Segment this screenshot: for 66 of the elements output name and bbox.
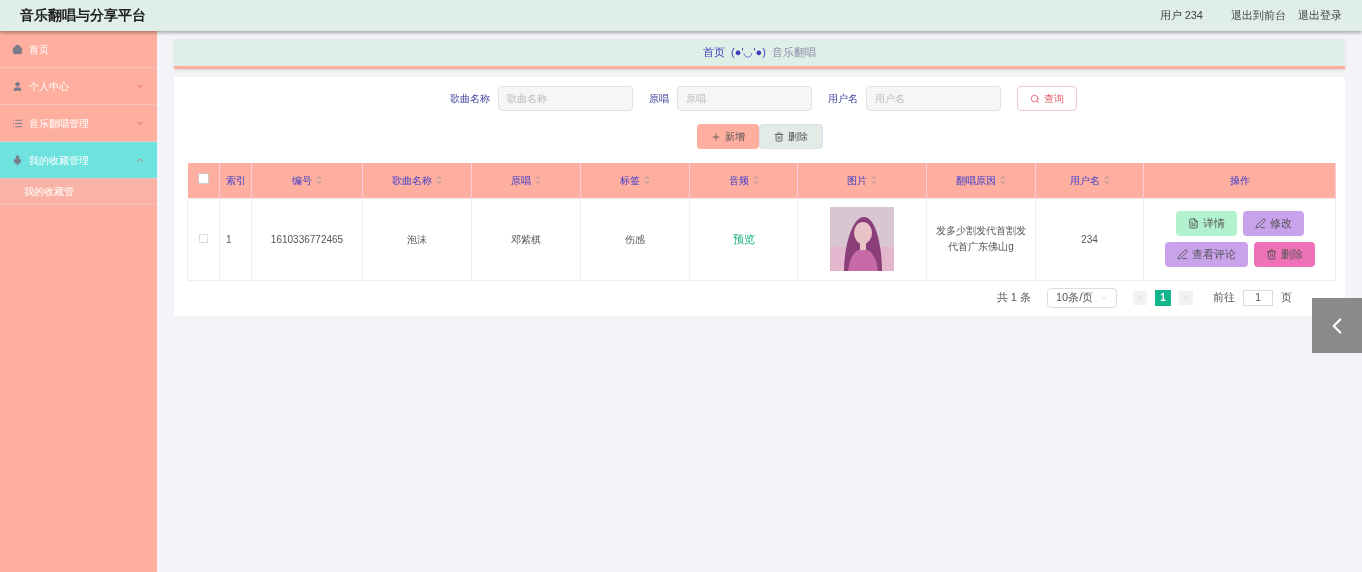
sort-icon[interactable] (871, 175, 877, 186)
search-icon (1030, 93, 1040, 104)
chevron-left-icon (1136, 293, 1144, 302)
detail-button[interactable]: 详情 (1175, 211, 1237, 236)
sort-icon[interactable] (752, 175, 759, 186)
breadcrumb-link[interactable]: 首页 (703, 44, 726, 61)
table-cell: 1610336772465 (270, 233, 344, 245)
search-button[interactable]: 查询 (1017, 86, 1077, 111)
chevron-right-icon (1182, 293, 1190, 302)
sort-icon[interactable] (535, 175, 541, 186)
column-header[interactable]: 原唱 (511, 172, 531, 188)
table-cell: 泡沫 (407, 233, 427, 245)
add-button[interactable]: 新增 (696, 124, 759, 149)
trash-icon (1265, 249, 1277, 260)
prev-page-button[interactable] (1133, 290, 1147, 305)
plus-icon (710, 131, 721, 142)
sort-icon[interactable] (644, 175, 650, 186)
table-cell: 234 (1081, 233, 1098, 245)
sort-icon[interactable] (436, 175, 442, 186)
page-size-select[interactable]: 10条/页 (1047, 287, 1117, 308)
column-header[interactable]: 音频 (728, 172, 749, 188)
row-checkbox[interactable] (199, 233, 208, 243)
pen-icon (1176, 249, 1188, 260)
field-label: 原唱 (649, 92, 669, 106)
column-header[interactable]: 标签 (620, 172, 640, 188)
app-title: 音乐翻唱与分享平台 (20, 6, 146, 25)
table-cell: 邓紫棋 (511, 233, 541, 245)
column-header[interactable]: 索引 (225, 172, 246, 188)
collapse-button[interactable] (1312, 298, 1362, 353)
total-count: 共 1 条 (996, 290, 1031, 306)
breadcrumb-current: 音乐翻唱 (771, 45, 816, 61)
sort-icon[interactable] (1000, 175, 1006, 186)
comment-button[interactable]: 查看评论 (1164, 242, 1248, 267)
preview-link[interactable]: 预览 (732, 232, 755, 245)
delete-button[interactable]: 删除 (1253, 242, 1315, 267)
document-icon (1187, 218, 1199, 229)
page-button[interactable]: 1 (1155, 289, 1171, 306)
user-icon (12, 80, 23, 92)
user-label: 用户 234 (1159, 8, 1203, 24)
table-cell: 发多少割发代首割发代首广东佛山g (936, 225, 1026, 252)
edit-button[interactable]: 修改 (1242, 211, 1304, 236)
breadcrumb-separator: (●'◡'●) (731, 45, 766, 61)
column-header[interactable]: 操作 (1229, 172, 1250, 188)
list-icon (12, 117, 23, 129)
goto-label: 前往 (1213, 290, 1235, 306)
sort-icon[interactable] (316, 175, 322, 186)
column-header[interactable]: 图片 (847, 172, 867, 188)
column-header[interactable]: 歌曲名称 (392, 172, 432, 188)
pen-icon (1254, 218, 1266, 229)
delete-button[interactable]: 删除 (758, 124, 823, 149)
table-cell: 1 (226, 233, 232, 245)
header-link[interactable]: 退出登录 (1298, 7, 1342, 24)
field-label: 歌曲名称 (450, 92, 490, 106)
header-checkbox[interactable] (197, 172, 209, 184)
table-cell: 伤感 (625, 233, 645, 245)
home-icon (12, 43, 23, 55)
header-link[interactable]: 退出到前台 (1231, 7, 1286, 24)
column-header[interactable]: 用户名 (1069, 172, 1100, 188)
column-header[interactable]: 编号 (292, 172, 312, 188)
trash-icon (773, 131, 784, 142)
page-input[interactable]: 1 (1243, 289, 1273, 306)
sort-icon[interactable] (1103, 175, 1110, 186)
column-header[interactable]: 翻唱原因 (956, 172, 996, 188)
field-label: 用户名 (828, 92, 858, 106)
next-page-button[interactable] (1179, 290, 1193, 305)
goto-suffix: 页 (1281, 290, 1292, 306)
